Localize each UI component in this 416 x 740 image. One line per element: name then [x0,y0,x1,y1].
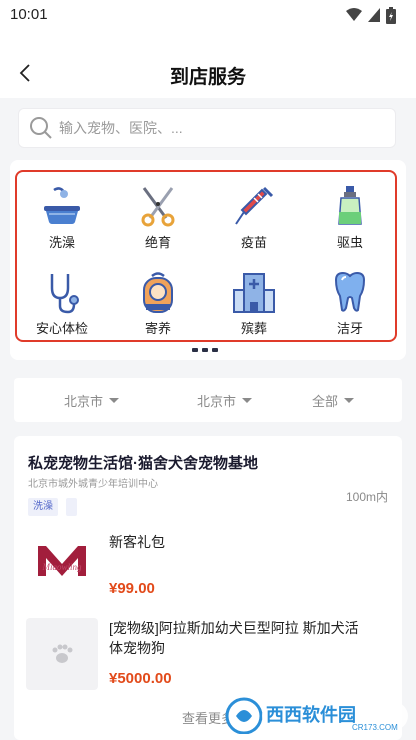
pet-carrier-icon [136,270,180,314]
product-price: ¥5000.00 [109,670,172,687]
filter-bar: 北京市 北京市 全部 [14,378,402,422]
service-tag: 洗澡 [28,498,58,516]
logo-text: Miaowling [41,562,82,572]
service-bath[interactable]: 洗澡 [17,184,107,264]
tooth-icon [328,270,372,314]
page-dot [202,348,208,352]
scissors-icon [136,184,180,228]
search-input[interactable] [59,120,359,136]
filter-label: 北京市 [64,393,104,409]
product-thumbnail: Miaowling [26,532,98,604]
store-distance: 100m内 [345,490,388,504]
filter-district[interactable]: 北京市 [197,378,253,422]
battery-icon [386,6,396,24]
product-item[interactable]: [宠物级]阿拉斯加幼犬巨型阿拉 斯加犬活体宠物狗 ¥5000.00 [26,618,390,698]
service-label: 洗澡 [48,235,75,250]
hospital-building-icon [232,270,276,314]
signal-icon [368,8,380,22]
stethoscope-icon [40,270,84,314]
product-thumbnail [26,618,98,690]
caret-down-icon [344,397,355,403]
store-name[interactable]: 私宠宠物生活馆·猫舍犬舍宠物基地 [28,452,258,473]
syringe-icon [232,184,276,228]
product-item[interactable]: Miaowling 新客礼包 ¥99.00 [26,532,390,612]
product-name: [宠物级]阿拉斯加幼犬巨型阿拉 斯加犬活体宠物狗 [109,620,359,656]
product-name: 新客礼包 [109,534,165,550]
nav-bar: 到店服务 [0,32,416,98]
status-bar: 10:01 [0,0,416,32]
page-indicator [192,348,218,352]
service-label: 寄养 [144,321,171,336]
page-dot [212,348,218,352]
page-dot [192,348,198,352]
service-checkup[interactable]: 安心体检 [17,270,107,350]
service-label: 绝育 [144,235,171,250]
service-label: 安心体检 [35,321,88,336]
watermark-text: 西西软件园 [266,704,356,725]
services-grid: 洗澡 绝育 疫苗 驱虫 安心体检 寄养 殡葬 洁牙 [15,170,397,342]
service-label: 洁牙 [336,321,363,336]
product-price: ¥99.00 [109,580,155,597]
filter-label: 全部 [312,393,339,409]
service-neuter[interactable]: 绝育 [113,184,203,264]
wifi-icon [346,8,362,21]
watermark-subtext: CR173.COM [352,723,398,732]
caret-down-icon [109,397,120,403]
service-label: 疫苗 [240,235,267,250]
service-label: 殡葬 [240,321,267,336]
service-dental[interactable]: 洁牙 [305,270,395,350]
service-deworm[interactable]: 驱虫 [305,184,395,264]
watermark: 西西软件园 CR173.COM [222,694,412,735]
bathtub-icon [40,184,84,228]
filter-category[interactable]: 全部 [312,378,355,422]
caret-down-icon [242,397,253,403]
status-icons [346,6,396,24]
search-box[interactable] [18,108,396,148]
store-address: 北京市城外城青少年培训中心 [28,479,158,490]
service-boarding[interactable]: 寄养 [113,270,203,350]
paw-icon [52,644,73,663]
spray-bottle-icon [328,184,372,228]
search-icon [29,116,53,140]
filter-city[interactable]: 北京市 [64,378,120,422]
service-tag-empty [66,498,77,516]
page-title: 到店服务 [169,67,246,88]
service-funeral[interactable]: 殡葬 [209,270,299,350]
service-vaccine[interactable]: 疫苗 [209,184,299,264]
filter-label: 北京市 [197,393,237,409]
service-label: 驱虫 [336,235,363,250]
status-time: 10:01 [10,6,48,23]
